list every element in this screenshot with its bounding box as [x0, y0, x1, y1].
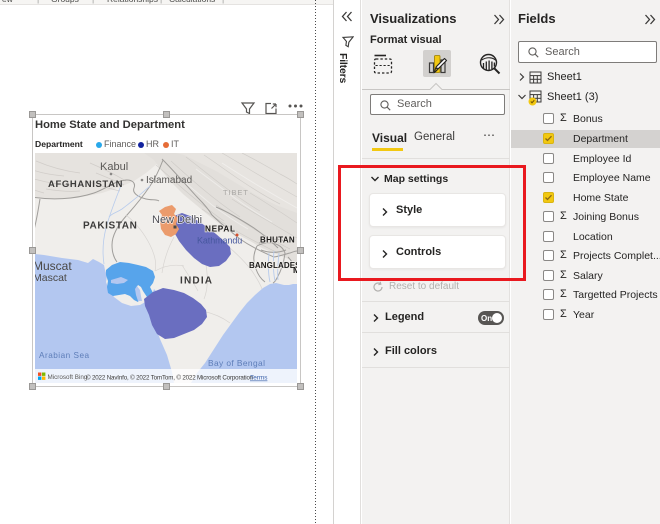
svg-text:AFGHANISTAN: AFGHANISTAN: [48, 179, 123, 190]
svg-text:Arabian Sea: Arabian Sea: [39, 351, 90, 360]
svg-text:PAKISTAN: PAKISTAN: [83, 221, 137, 232]
svg-text:Terms: Terms: [250, 375, 267, 382]
svg-text:INDIA: INDIA: [180, 276, 213, 287]
svg-text:Islamabad: Islamabad: [146, 175, 192, 186]
svg-text:Muscat: Muscat: [35, 259, 72, 273]
svg-text:M: M: [293, 265, 297, 275]
svg-text:Mascat: Mascat: [35, 272, 67, 284]
svg-text:Bay of Bengal: Bay of Bengal: [208, 358, 265, 368]
svg-text:Kathmandu: Kathmandu: [197, 236, 242, 246]
svg-text:BANGLADESH: BANGLADESH: [249, 261, 297, 270]
svg-text:Microsoft Bing: Microsoft Bing: [48, 374, 88, 381]
svg-text:Kabul: Kabul: [100, 161, 128, 173]
svg-text:© 2022 NavInfo, © 2022 TomTom,: © 2022 NavInfo, © 2022 TomTom, © 2022 Mi…: [86, 375, 254, 382]
svg-text:TIBET: TIBET: [223, 188, 249, 197]
svg-text:BHUTAN: BHUTAN: [260, 236, 295, 245]
svg-text:New Delhi: New Delhi: [152, 214, 202, 226]
svg-text:NEPAL: NEPAL: [205, 225, 236, 234]
